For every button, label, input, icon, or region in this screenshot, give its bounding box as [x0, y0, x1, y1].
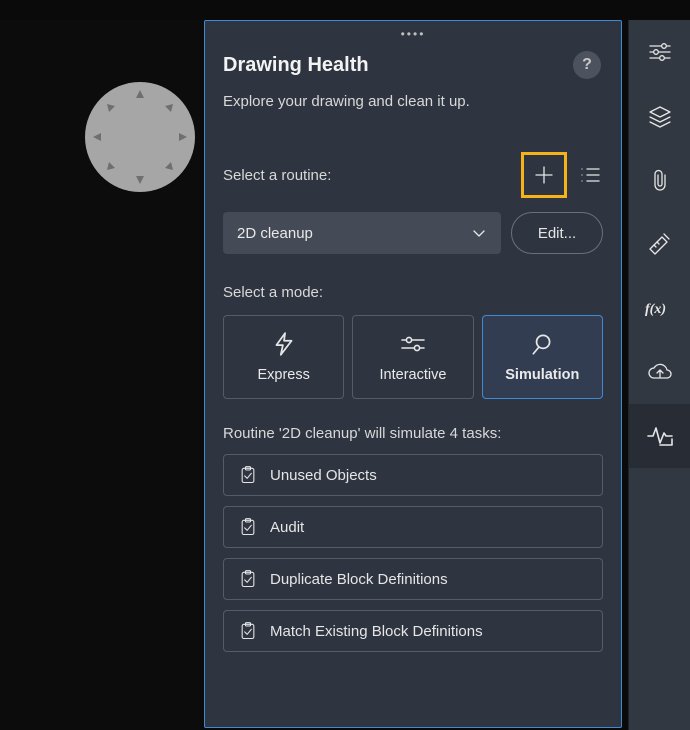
routine-list-button[interactable]	[577, 162, 603, 188]
task-label: Match Existing Block Definitions	[270, 623, 483, 640]
rail-attachment[interactable]	[629, 148, 690, 212]
task-item[interactable]: Audit	[223, 506, 603, 548]
mode-label: Express	[257, 367, 309, 383]
task-item[interactable]: Match Existing Block Definitions	[223, 610, 603, 652]
rail-health-monitor[interactable]	[629, 404, 690, 468]
clipboard-check-icon	[238, 569, 258, 589]
select-routine-label: Select a routine:	[223, 167, 331, 184]
task-label: Duplicate Block Definitions	[270, 571, 448, 588]
clipboard-check-icon	[238, 465, 258, 485]
select-mode-label: Select a mode:	[223, 284, 603, 301]
mode-label: Interactive	[380, 367, 447, 383]
ruler-pencil-icon	[647, 231, 673, 257]
mode-simulation[interactable]: Simulation	[482, 315, 603, 399]
edit-button-label: Edit...	[538, 225, 576, 242]
svg-text:f(x): f(x)	[645, 302, 666, 317]
routine-status-line: Routine '2D cleanup' will simulate 4 tas…	[223, 425, 603, 442]
mode-interactive[interactable]: Interactive	[352, 315, 473, 399]
routine-dropdown[interactable]: 2D cleanup	[223, 212, 501, 254]
task-list: Unused Objects Audit	[223, 454, 603, 652]
task-item[interactable]: Unused Objects	[223, 454, 603, 496]
magnifier-icon	[529, 331, 555, 357]
help-button[interactable]: ?	[573, 51, 601, 79]
rail-materials[interactable]	[629, 212, 690, 276]
clipboard-check-icon	[238, 621, 258, 641]
panel-drag-handle[interactable]: ••••	[401, 27, 426, 41]
sliders-icon	[647, 39, 673, 65]
sliders-icon	[398, 331, 428, 357]
cloud-upload-icon	[646, 360, 674, 384]
chevron-down-icon	[471, 225, 487, 241]
panel-title: Drawing Health	[223, 54, 369, 77]
viewcube-compass[interactable]	[85, 82, 195, 192]
routine-dropdown-value: 2D cleanup	[237, 225, 313, 242]
layers-icon	[647, 103, 673, 129]
paperclip-icon	[648, 167, 672, 193]
bullet-list-icon	[578, 163, 602, 187]
rail-settings-sliders[interactable]	[629, 20, 690, 84]
task-label: Audit	[270, 519, 304, 536]
mode-label: Simulation	[505, 367, 579, 383]
mode-express[interactable]: Express	[223, 315, 344, 399]
add-routine-button[interactable]	[521, 152, 567, 198]
panel-subtitle: Explore your drawing and clean it up.	[223, 93, 603, 110]
drawing-canvas[interactable]	[0, 20, 200, 730]
plus-icon	[532, 163, 556, 187]
drawing-health-panel: •••• Drawing Health ? Explore your drawi…	[204, 20, 622, 728]
edit-routine-button[interactable]: Edit...	[511, 212, 603, 254]
clipboard-check-icon	[238, 517, 258, 537]
rail-layers[interactable]	[629, 84, 690, 148]
task-label: Unused Objects	[270, 467, 377, 484]
fx-icon: f(x)	[645, 297, 675, 319]
rail-cloud-upload[interactable]	[629, 340, 690, 404]
rail-function-fx[interactable]: f(x)	[629, 276, 690, 340]
activity-icon	[646, 423, 674, 449]
right-rail: f(x)	[628, 20, 690, 730]
lightning-icon	[271, 331, 297, 357]
task-item[interactable]: Duplicate Block Definitions	[223, 558, 603, 600]
